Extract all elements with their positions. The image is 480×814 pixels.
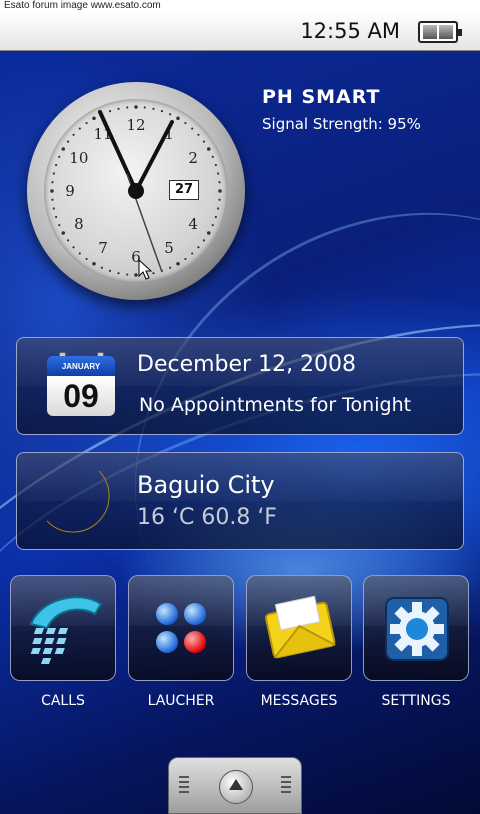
up-arrow-icon[interactable] xyxy=(219,770,253,804)
app-drawer-handle[interactable] xyxy=(168,757,302,814)
settings-button[interactable] xyxy=(363,575,469,681)
watermark: Esato forum image www.esato.com xyxy=(0,0,480,12)
clock-numeral: 8 xyxy=(74,215,84,233)
status-time: 12:55 AM xyxy=(300,19,400,43)
settings-label: SETTINGS xyxy=(381,693,451,709)
calls-label: CALLS xyxy=(41,693,85,709)
weather-widget[interactable]: Baguio City 16 ‘C 60.8 ‘F xyxy=(16,452,464,550)
clock-numeral: 12 xyxy=(126,116,145,134)
clock-numeral: 2 xyxy=(188,149,198,167)
clock-numeral: 10 xyxy=(69,149,88,167)
phone-icon xyxy=(29,596,103,664)
messages-label: MESSAGES xyxy=(260,693,338,709)
calls-button[interactable] xyxy=(10,575,116,681)
clock-numeral: 7 xyxy=(98,239,108,257)
signal-strength: Signal Strength: 95% xyxy=(262,115,421,133)
clock-dial: 12 124567891011 xyxy=(50,105,222,280)
launcher-label: LAUCHER xyxy=(147,693,215,709)
gear-icon xyxy=(385,597,449,661)
weather-temperature: 16 ‘C 60.8 ‘F xyxy=(137,505,277,530)
clock-date: 27 xyxy=(169,180,199,200)
calendar-date: December 12, 2008 xyxy=(137,352,357,377)
calendar-icon: JANUARY 09 xyxy=(47,352,115,416)
carrier-name: PH SMART xyxy=(262,86,381,108)
calendar-icon-day: 09 xyxy=(47,376,115,416)
status-bar: 12:55 AM xyxy=(0,12,480,51)
appointments-text: No Appointments for Tonight xyxy=(139,394,412,416)
clock-numeral: 5 xyxy=(164,239,174,257)
messages-button[interactable] xyxy=(246,575,352,681)
launcher-icon xyxy=(156,603,206,653)
clock-numeral: 9 xyxy=(65,182,75,200)
calendar-icon-month: JANUARY xyxy=(47,356,115,376)
moon-icon xyxy=(46,470,110,533)
envelope-icon xyxy=(265,595,336,659)
launcher-button[interactable] xyxy=(128,575,234,681)
analog-clock-widget[interactable]: 12 1 2 4 5 6 7 8 9 10 11 27 xyxy=(27,82,245,300)
weather-city: Baguio City xyxy=(137,471,275,499)
calendar-widget[interactable]: JANUARY 09 December 12, 2008 No Appointm… xyxy=(16,337,464,435)
clock-numeral: 4 xyxy=(188,215,198,233)
battery-icon xyxy=(418,21,462,43)
